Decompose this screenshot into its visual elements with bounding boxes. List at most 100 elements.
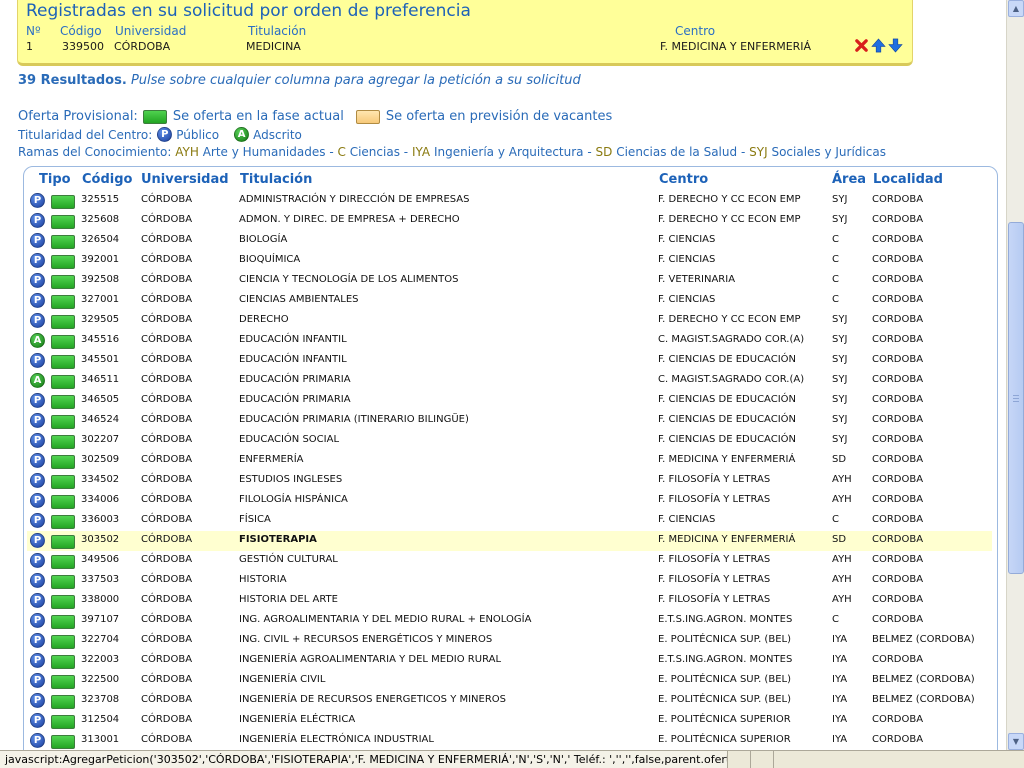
cell-localidad[interactable]: CORDOBA xyxy=(872,374,923,385)
cell-codigo[interactable]: 338000 xyxy=(81,594,119,605)
cell-codigo[interactable]: 337503 xyxy=(81,574,119,585)
cell-centro[interactable]: E.T.S.ING.AGRON. MONTES xyxy=(658,614,792,625)
table-row[interactable]: P 323708 CÓRDOBA INGENIERÍA DE RECURSOS ENE… xyxy=(27,691,992,711)
cell-codigo[interactable]: 325515 xyxy=(81,194,119,205)
table-row[interactable]: P 322003 CÓRDOBA INGENIERÍA AGROALIMENTARIA… xyxy=(27,651,992,671)
cell-area[interactable]: AYH xyxy=(832,574,852,585)
cell-localidad[interactable]: CORDOBA xyxy=(872,514,923,525)
cell-universidad[interactable]: CÓRDOBA xyxy=(141,194,192,205)
cell-titulacion[interactable]: HISTORIA DEL ARTE xyxy=(239,594,338,605)
cell-universidad[interactable]: CÓRDOBA xyxy=(141,374,192,385)
cell-codigo[interactable]: 346524 xyxy=(81,414,119,425)
cell-universidad[interactable]: CÓRDOBA xyxy=(141,214,192,225)
cell-area[interactable]: AYH xyxy=(832,594,852,605)
vertical-scrollbar[interactable]: ▲ ▼ xyxy=(1006,0,1024,750)
cell-codigo[interactable]: 313001 xyxy=(81,734,119,745)
cell-universidad[interactable]: CÓRDOBA xyxy=(141,454,192,465)
scrollbar-thumb[interactable] xyxy=(1008,222,1024,574)
cell-localidad[interactable]: CORDOBA xyxy=(872,414,923,425)
table-row[interactable]: P 397107 CÓRDOBA ING. AGROALIMENTARIA Y DEL… xyxy=(27,611,992,631)
cell-localidad[interactable]: CORDOBA xyxy=(872,654,923,665)
arrow-down-icon[interactable] xyxy=(888,38,903,53)
cell-codigo[interactable]: 312504 xyxy=(81,714,119,725)
cell-titulacion[interactable]: INGENIERÍA ELÉCTRICA xyxy=(239,714,355,725)
cell-area[interactable]: IYA xyxy=(832,654,847,665)
cell-area[interactable]: AYH xyxy=(832,554,852,565)
cell-codigo[interactable]: 397107 xyxy=(81,614,119,625)
table-row[interactable]: P 329505 CÓRDOBA DERECHO F. DERECHO Y CC ECO… xyxy=(27,311,992,331)
cell-codigo[interactable]: 392001 xyxy=(81,254,119,265)
column-header-area[interactable]: Área xyxy=(832,172,866,187)
table-row[interactable]: P 338000 CÓRDOBA HISTORIA DEL ARTE F. FILOSO… xyxy=(27,591,992,611)
cell-codigo[interactable]: 322003 xyxy=(81,654,119,665)
cell-localidad[interactable]: CORDOBA xyxy=(872,234,923,245)
cell-titulacion[interactable]: EDUCACIÓN PRIMARIA xyxy=(239,394,351,405)
cell-titulacion[interactable]: ING. CIVIL + RECURSOS ENERGÉTICOS Y MINE… xyxy=(239,634,492,645)
cell-universidad[interactable]: CÓRDOBA xyxy=(141,574,192,585)
cell-titulacion[interactable]: ING. AGROALIMENTARIA Y DEL MEDIO RURAL +… xyxy=(239,614,531,625)
cell-area[interactable]: IYA xyxy=(832,734,847,745)
cell-codigo[interactable]: 302207 xyxy=(81,434,119,445)
cell-localidad[interactable]: CORDOBA xyxy=(872,474,923,485)
cell-area[interactable]: AYH xyxy=(832,494,852,505)
cell-universidad[interactable]: CÓRDOBA xyxy=(141,674,192,685)
cell-localidad[interactable]: CORDOBA xyxy=(872,494,923,505)
cell-titulacion[interactable]: FILOLOGÍA HISPÁNICA xyxy=(239,494,348,505)
cell-titulacion[interactable]: ESTUDIOS INGLESES xyxy=(239,474,342,485)
table-row[interactable]: P 322704 CÓRDOBA ING. CIVIL + RECURSOS ENER… xyxy=(27,631,992,651)
column-header-tipo[interactable]: Tipo xyxy=(39,172,71,187)
column-header-titulacion[interactable]: Titulación xyxy=(240,172,312,187)
cell-codigo[interactable]: 323708 xyxy=(81,694,119,705)
cell-centro[interactable]: F. VETERINARIA xyxy=(658,274,735,285)
cell-localidad[interactable]: CORDOBA xyxy=(872,614,923,625)
table-row[interactable]: A 345516 CÓRDOBA EDUCACIÓN INFANTIL C. MAGIS… xyxy=(27,331,992,351)
table-row[interactable]: P 325515 CÓRDOBA ADMINISTRACIÓN Y DIRECCIÓN… xyxy=(27,191,992,211)
cell-area[interactable]: SYJ xyxy=(832,434,847,445)
cell-centro[interactable]: F. CIENCIAS xyxy=(658,234,715,245)
table-row[interactable]: P 312504 CÓRDOBA INGENIERÍA ELÉCTRICA E. POL… xyxy=(27,711,992,731)
cell-area[interactable]: SYJ xyxy=(832,414,847,425)
cell-codigo[interactable]: 329505 xyxy=(81,314,119,325)
cell-universidad[interactable]: CÓRDOBA xyxy=(141,474,192,485)
cell-area[interactable]: C xyxy=(832,514,839,525)
cell-localidad[interactable]: CORDOBA xyxy=(872,594,923,605)
cell-universidad[interactable]: CÓRDOBA xyxy=(141,514,192,525)
cell-localidad[interactable]: CORDOBA xyxy=(872,734,923,745)
cell-localidad[interactable]: CORDOBA xyxy=(872,354,923,365)
cell-localidad[interactable]: CORDOBA xyxy=(872,574,923,585)
cell-centro[interactable]: F. FILOSOFÍA Y LETRAS xyxy=(658,474,770,485)
cell-area[interactable]: SYJ xyxy=(832,314,847,325)
cell-area[interactable]: SYJ xyxy=(832,194,847,205)
cell-codigo[interactable]: 346511 xyxy=(81,374,119,385)
table-row[interactable]: P 392508 CÓRDOBA CIENCIA Y TECNOLOGÍA DE LO… xyxy=(27,271,992,291)
cell-codigo[interactable]: 334502 xyxy=(81,474,119,485)
table-row[interactable]: P 346524 CÓRDOBA EDUCACIÓN PRIMARIA (ITINER… xyxy=(27,411,992,431)
table-row[interactable]: A 346511 CÓRDOBA EDUCACIÓN PRIMARIA C. MAGIS… xyxy=(27,371,992,391)
cell-area[interactable]: SD xyxy=(832,454,846,465)
cell-area[interactable]: IYA xyxy=(832,694,847,705)
cell-area[interactable]: SD xyxy=(832,534,846,545)
cell-codigo[interactable]: 326504 xyxy=(81,234,119,245)
cell-centro[interactable]: F. MEDICINA Y ENFERMERIÁ xyxy=(658,534,795,545)
table-row[interactable]: P 326504 CÓRDOBA BIOLOGÍA F. CIENCIAS C CORDOB… xyxy=(27,231,992,251)
cell-titulacion[interactable]: DERECHO xyxy=(239,314,289,325)
cell-localidad[interactable]: CORDOBA xyxy=(872,314,923,325)
arrow-up-icon[interactable] xyxy=(871,38,886,53)
cell-area[interactable]: SYJ xyxy=(832,354,847,365)
cell-centro[interactable]: F. FILOSOFÍA Y LETRAS xyxy=(658,574,770,585)
cell-centro[interactable]: F. DERECHO Y CC ECON EMP xyxy=(658,214,801,225)
cell-universidad[interactable]: CÓRDOBA xyxy=(141,594,192,605)
cell-centro[interactable]: E. POLITÉCNICA SUPERIOR xyxy=(658,714,791,725)
cell-localidad[interactable]: CORDOBA xyxy=(872,194,923,205)
table-row[interactable]: P 334502 CÓRDOBA ESTUDIOS INGLESES F. FILOSO… xyxy=(27,471,992,491)
cell-universidad[interactable]: CÓRDOBA xyxy=(141,314,192,325)
cell-localidad[interactable]: CORDOBA xyxy=(872,434,923,445)
cell-titulacion[interactable]: INGENIERÍA ELECTRÓNICA INDUSTRIAL xyxy=(239,734,434,745)
cell-localidad[interactable]: CORDOBA xyxy=(872,714,923,725)
table-row[interactable]: P 336003 CÓRDOBA FÍSICA F. CIENCIAS C CORDOBA xyxy=(27,511,992,531)
table-row[interactable]: P 322500 CÓRDOBA INGENIERÍA CIVIL E. POLITÉC… xyxy=(27,671,992,691)
cell-titulacion[interactable]: EDUCACIÓN PRIMARIA xyxy=(239,374,351,385)
cell-centro[interactable]: F. FILOSOFÍA Y LETRAS xyxy=(658,494,770,505)
table-row[interactable]: P 334006 CÓRDOBA FILOLOGÍA HISPÁNICA F. FILO… xyxy=(27,491,992,511)
cell-codigo[interactable]: 349506 xyxy=(81,554,119,565)
